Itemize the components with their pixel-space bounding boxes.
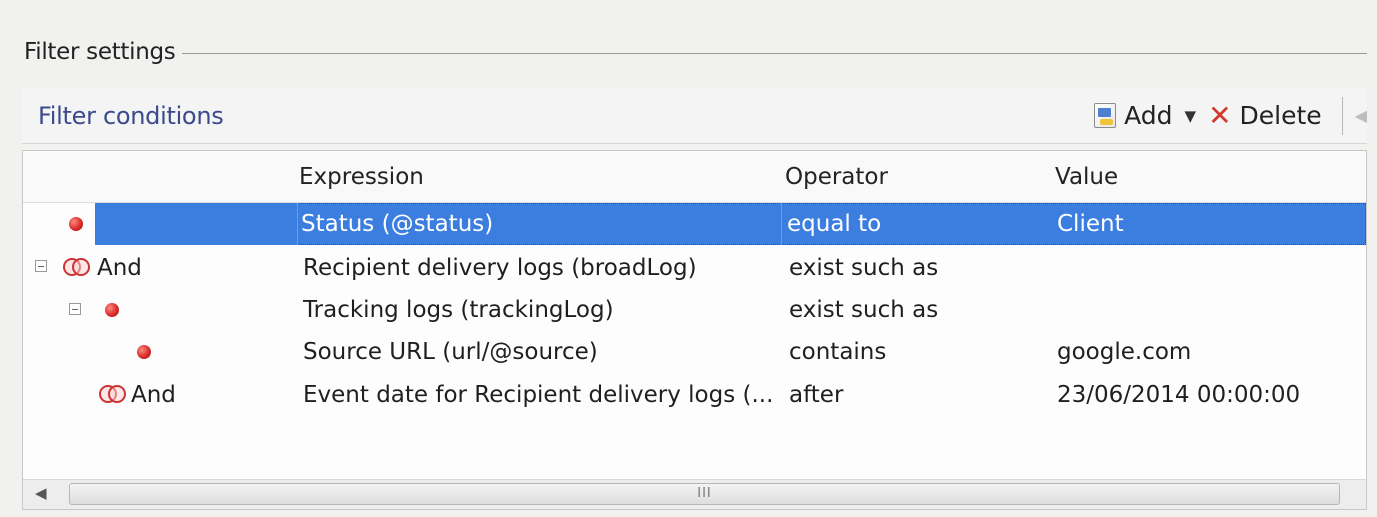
collapse-toggle-icon[interactable] xyxy=(69,303,81,315)
add-button-label: Add xyxy=(1124,101,1173,130)
toolbar-scroll-left-icon[interactable]: ◀ xyxy=(1355,106,1367,125)
delete-button[interactable]: ✕ Delete xyxy=(1208,101,1322,130)
column-divider xyxy=(297,203,298,245)
condition-dot-icon xyxy=(137,345,151,359)
table-row[interactable]: And Event date for Recipient delivery lo… xyxy=(23,374,1366,416)
expression-cell: Status (@status) xyxy=(301,211,494,237)
operator-cell: exist such as xyxy=(789,255,939,281)
toolbar-separator xyxy=(1341,96,1343,135)
conditions-toolbar: Add ▼ ✕ Delete ◀ xyxy=(1094,88,1367,143)
filter-conditions-title: Filter conditions xyxy=(38,101,224,130)
condition-dot-icon xyxy=(69,217,83,231)
scrollbar-grip: III xyxy=(697,486,712,501)
filter-settings-header: Filter settings xyxy=(24,34,1367,70)
and-operator-icon xyxy=(99,385,127,403)
column-header-operator[interactable]: Operator xyxy=(785,164,888,190)
value-cell: google.com xyxy=(1057,339,1192,365)
table-row[interactable]: Source URL (url/@source) contains google… xyxy=(23,331,1366,373)
add-document-icon xyxy=(1094,103,1117,128)
filter-conditions-bar: Filter conditions Add ▼ ✕ Delete ◀ xyxy=(22,88,1367,144)
operator-cell: equal to xyxy=(787,211,882,237)
logic-cell: And xyxy=(97,255,142,281)
filter-conditions-grid: Expression Operator Value Status (@statu… xyxy=(22,150,1367,510)
add-button[interactable]: Add ▼ xyxy=(1094,101,1208,130)
scroll-left-arrow-icon[interactable]: ◀ xyxy=(35,484,47,502)
table-row[interactable]: Tracking logs (trackingLog) exist such a… xyxy=(23,289,1366,331)
collapse-toggle-icon[interactable] xyxy=(35,260,47,272)
condition-dot-icon xyxy=(105,303,119,317)
value-cell: 23/06/2014 00:00:00 xyxy=(1057,382,1301,408)
expression-cell: Recipient delivery logs (broadLog) xyxy=(303,255,697,281)
scrollbar-thumb[interactable]: III xyxy=(69,483,1340,505)
expression-cell: Tracking logs (trackingLog) xyxy=(303,297,614,323)
operator-cell: contains xyxy=(789,339,887,365)
logic-cell: And xyxy=(131,382,176,408)
expression-cell: Event date for Recipient delivery logs (… xyxy=(303,382,774,408)
and-operator-icon xyxy=(63,258,91,276)
column-divider xyxy=(781,203,782,245)
expression-cell: Source URL (url/@source) xyxy=(303,339,598,365)
horizontal-scrollbar[interactable]: ◀ III xyxy=(23,479,1366,509)
table-row[interactable]: And Recipient delivery logs (broadLog) e… xyxy=(23,247,1366,289)
group-divider xyxy=(181,52,1367,54)
table-row[interactable]: Status (@status) equal to Client xyxy=(23,203,1366,245)
column-header-expression[interactable]: Expression xyxy=(299,164,424,190)
value-cell: Client xyxy=(1057,211,1124,237)
operator-cell: exist such as xyxy=(789,297,939,323)
chevron-down-icon[interactable]: ▼ xyxy=(1185,107,1197,125)
grid-header: Expression Operator Value xyxy=(23,151,1366,203)
delete-x-icon: ✕ xyxy=(1208,98,1232,132)
filter-settings-title: Filter settings xyxy=(24,39,176,65)
column-header-value[interactable]: Value xyxy=(1055,164,1118,190)
operator-cell: after xyxy=(789,382,844,408)
delete-button-label: Delete xyxy=(1239,101,1322,130)
